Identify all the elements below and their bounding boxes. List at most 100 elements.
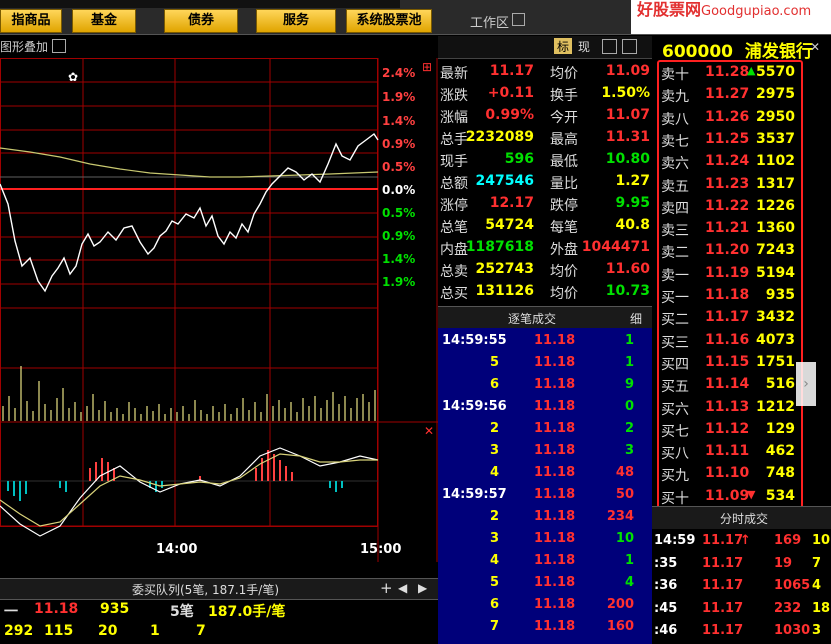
ask-row[interactable]: 卖八 11.26 2950	[655, 107, 805, 129]
quote-value: 12.17	[489, 195, 534, 211]
pct-label: 1.4%	[382, 252, 416, 266]
tick-row: 7 11.18 160	[490, 619, 634, 634]
bid-row[interactable]: 买九 11.10 748	[655, 463, 805, 485]
bid-row[interactable]: 买二 11.17 3432	[655, 307, 805, 329]
bid-row[interactable]: 买一 11.18 935	[655, 285, 805, 307]
chart-svg	[0, 58, 438, 562]
quote-label: 内盘	[440, 242, 468, 258]
bid-row[interactable]: 买六 11.13 1212	[655, 397, 805, 419]
ask-row[interactable]: 卖十 11.28 ▲ 5570	[655, 62, 805, 84]
ask-row[interactable]: 卖三 11.21 1360	[655, 218, 805, 240]
tick-row: 4 11.18 1	[490, 553, 634, 568]
average-line	[0, 147, 379, 178]
minute-header: 分时成交	[652, 506, 831, 529]
quote-label: 量比	[550, 176, 578, 192]
quote-value: 0.99%	[485, 107, 534, 123]
quote-value: 10.73	[605, 283, 650, 299]
queue-prev-icon[interactable]: ◀	[398, 581, 407, 595]
tick-row: 14:59:55 11.18 1	[442, 333, 634, 348]
quote-value: 131126	[475, 283, 534, 299]
bid-row[interactable]: 买五 11.14 516	[655, 374, 805, 396]
quote-label: 换手	[550, 88, 578, 104]
quote-row: 总手 2232089 最高 11.31	[438, 127, 652, 149]
quote-value: 40.8	[615, 217, 650, 233]
minute-title: 分时成交	[720, 512, 769, 526]
pct-label-zero: 0.0%	[382, 183, 416, 197]
workspace-label[interactable]: 工作区	[470, 12, 509, 31]
close-icon[interactable]: ✕	[810, 40, 820, 54]
tick-row: 6 11.18 200	[490, 597, 634, 612]
tab-biao[interactable]: 标	[554, 38, 572, 54]
queue-expand-button[interactable]: +	[380, 579, 393, 597]
quote-row: 最新 11.17 均价 11.09	[438, 61, 652, 83]
minute-row: 14:59 11.17 ↑ 169 10	[654, 533, 831, 548]
queue-next-icon[interactable]: ▶	[418, 581, 427, 595]
toolbar-button-fund[interactable]: 基金	[72, 9, 136, 33]
quote-value: 54724	[485, 217, 534, 233]
tick-row: 3 11.18 3	[490, 443, 634, 458]
quote-row: 总额 247546 量比 1.27	[438, 171, 652, 193]
toolbar-button-bond[interactable]: 债券	[164, 9, 238, 33]
pct-label: 0.5%	[382, 160, 416, 174]
tick-title: 逐笔成交	[508, 312, 557, 326]
time-label: 14:00	[156, 542, 198, 557]
scroll-right-icon[interactable]: ›	[796, 362, 816, 406]
ask-row[interactable]: 卖七 11.25 3537	[655, 129, 805, 151]
bid-row[interactable]: 买三 11.16 4073	[655, 330, 805, 352]
ask-row[interactable]: 卖五 11.23 1317	[655, 174, 805, 196]
tab-xian[interactable]: 现	[578, 38, 590, 55]
ask-row[interactable]: 卖二 11.20 7243	[655, 240, 805, 262]
bid-row[interactable]: 买十 11.09 ▼ 534	[655, 486, 805, 508]
workspace-icon[interactable]	[512, 13, 525, 26]
quote-value: 11.07	[605, 107, 650, 123]
tick-detail-button[interactable]: 细	[630, 310, 642, 327]
quote-value: 1.27	[615, 173, 650, 189]
top-toolbar: 指商品 基金 债券 服务 系统股票池 工作区 好股票网Goodgupiao.co…	[0, 0, 831, 35]
ask-row[interactable]: 卖九 11.27 2975	[655, 84, 805, 106]
quote-row: 总卖 252743 均价 11.60	[438, 259, 652, 281]
bid-row[interactable]: 买八 11.11 462	[655, 441, 805, 463]
ask-row[interactable]: 卖四 11.22 1226	[655, 196, 805, 218]
quote-row: 涨停 12.17 跌停 9.95	[438, 193, 652, 215]
minute-row: :36 11.17 1065 4	[654, 578, 822, 593]
panel-icon[interactable]	[602, 39, 617, 54]
volume-bars	[2, 366, 376, 421]
quote-label: 均价	[550, 286, 578, 302]
quote-label: 最新	[440, 66, 468, 82]
quote-value: +0.11	[487, 85, 534, 101]
macd-close-icon[interactable]: ✕	[424, 424, 434, 438]
quote-label: 涨停	[440, 198, 468, 214]
quote-label: 最低	[550, 154, 578, 170]
toolbar-button-service[interactable]: 服务	[256, 9, 336, 33]
tick-header: 逐笔成交 细	[438, 306, 652, 329]
quote-value: 11.31	[605, 129, 650, 145]
quote-value: 1044471	[581, 239, 650, 255]
quote-label: 总卖	[440, 264, 468, 280]
ask-row[interactable]: 卖一 11.19 5194	[655, 263, 805, 285]
tick-row: 2 11.18 2	[490, 421, 634, 436]
quote-value: 2232089	[465, 129, 534, 145]
quote-label: 均价	[550, 264, 578, 280]
queue-row: 一 11.18 935 5笔 187.0手/笔	[4, 601, 286, 620]
pct-label: 2.4%	[382, 66, 416, 80]
toolbar-button-stock-pool[interactable]: 系统股票池	[346, 9, 432, 33]
tick-row: 2 11.18 234	[490, 509, 634, 524]
queue-row: 292 115 20 1 7	[4, 623, 206, 639]
pct-label: 0.5%	[382, 206, 416, 220]
quote-value: 11.09	[605, 63, 650, 79]
quote-label: 今开	[550, 110, 578, 126]
chart-expand-icon[interactable]: ⊞	[422, 60, 432, 74]
toolbar-button-products[interactable]: 指商品	[0, 9, 62, 33]
quote-row: 涨幅 0.99% 今开 11.07	[438, 105, 652, 127]
quote-label: 涨跌	[440, 88, 468, 104]
tick-row: 5 11.18 1	[490, 355, 634, 370]
bid-row[interactable]: 买四 11.15 1751	[655, 352, 805, 374]
bid-row[interactable]: 买七 11.12 129	[655, 419, 805, 441]
queue-title: 委买队列(5笔, 187.1手/笔)	[132, 583, 280, 597]
watermark: 好股票网Goodgupiao.com	[631, 0, 831, 34]
quote-label: 总买	[440, 286, 468, 302]
ask-row[interactable]: 卖六 11.24 1102	[655, 151, 805, 173]
window-icon[interactable]	[622, 39, 637, 54]
intraday-chart[interactable]: 图形叠加 ✿ 2.4% 1.9% 1.4% 0.9% 0.5% 0.0% 0.5…	[0, 36, 438, 562]
tick-list[interactable]: 14:59:55 11.18 1 5 11.18 1 6 11.18 9 14:59:56 11.1…	[438, 328, 652, 644]
